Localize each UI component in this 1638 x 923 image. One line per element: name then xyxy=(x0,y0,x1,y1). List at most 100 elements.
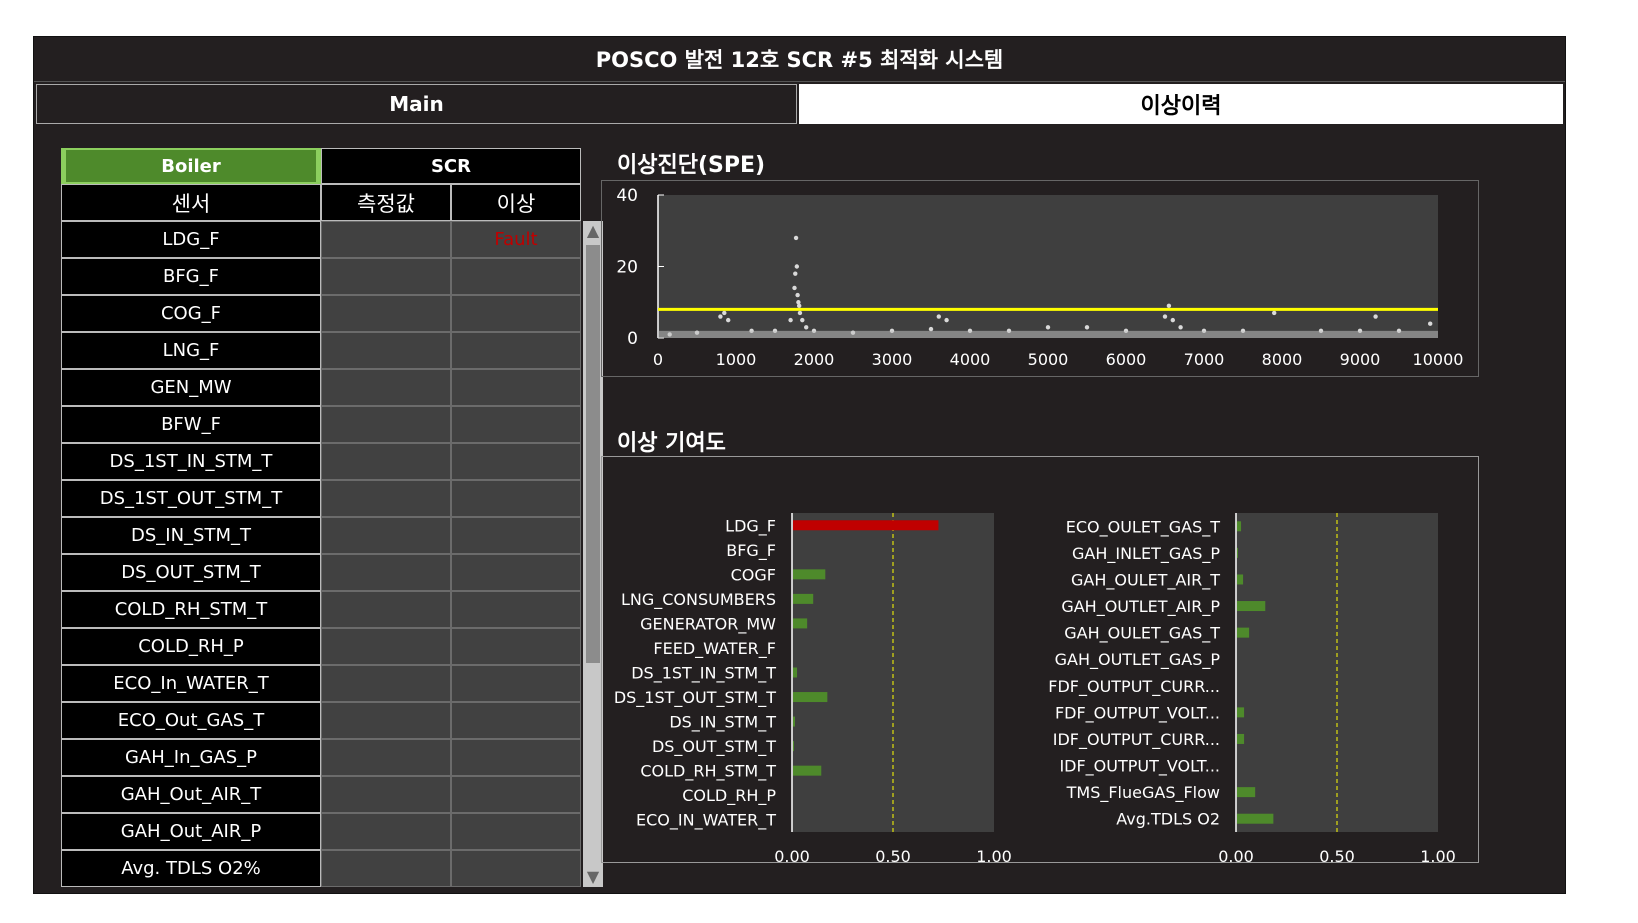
table-row[interactable]: COLD_RH_P xyxy=(61,628,581,665)
sensor-fault-cell xyxy=(451,628,581,665)
contrib-category-label: FEED_WATER_F xyxy=(653,639,776,659)
contrib-bar xyxy=(793,569,826,580)
contrib-x-tick-label: 1.00 xyxy=(1420,847,1456,864)
contrib-bar xyxy=(1237,787,1256,798)
table-row[interactable]: LNG_F xyxy=(61,332,581,369)
contrib-plot-area-left xyxy=(792,513,994,832)
contrib-category-label: GAH_OULET_GAS_T xyxy=(1064,624,1220,644)
sensor-name-cell: GAH_Out_AIR_T xyxy=(61,776,321,813)
subtab-scr[interactable]: SCR xyxy=(321,148,581,184)
sensor-fault-cell xyxy=(451,369,581,406)
tab-main[interactable]: Main xyxy=(36,84,797,124)
contrib-bar xyxy=(1237,521,1242,532)
table-row[interactable]: Avg. TDLS O2% xyxy=(61,850,581,887)
column-header-sensor: 센서 xyxy=(61,184,321,221)
spe-baseline-band xyxy=(658,330,1438,338)
contrib-category-label: GAH_INLET_GAS_P xyxy=(1072,544,1220,564)
spe-data-point xyxy=(1162,314,1168,319)
subtab-scr-label: SCR xyxy=(430,155,472,177)
table-row[interactable]: GEN_MW xyxy=(61,369,581,406)
tab-history[interactable]: 이상이력 xyxy=(799,84,1563,124)
contrib-bar xyxy=(793,667,798,678)
sensor-value-cell xyxy=(321,480,451,517)
contrib-category-label: IDF_OUTPUT_CURR... xyxy=(1053,730,1220,750)
contrib-bar xyxy=(793,520,939,531)
sensor-fault-cell: Fault xyxy=(451,221,581,258)
table-row[interactable]: GAH_Out_AIR_P xyxy=(61,813,581,850)
sensor-name-cell: DS_IN_STM_T xyxy=(61,517,321,554)
sensor-fault-cell xyxy=(451,702,581,739)
scroll-thumb[interactable] xyxy=(586,245,600,663)
scroll-up-icon[interactable]: ▲ xyxy=(583,221,603,241)
sensor-fault-cell xyxy=(451,258,581,295)
table-row[interactable]: BFG_F xyxy=(61,258,581,295)
contrib-bar xyxy=(1237,733,1245,744)
sensor-panel: Boiler SCR 센서 측정값 이상 LDG_F Fault BFG_F COG_… xyxy=(61,148,608,888)
table-scrollbar[interactable]: ▲ ▼ xyxy=(583,221,603,887)
table-row[interactable]: DS_OUT_STM_T xyxy=(61,554,581,591)
contrib-bar xyxy=(1237,813,1274,824)
table-row[interactable]: BFW_F xyxy=(61,406,581,443)
table-row[interactable]: GAH_Out_AIR_T xyxy=(61,776,581,813)
subtab-boiler[interactable]: Boiler xyxy=(61,148,321,184)
contrib-category-label: DS_IN_STM_T xyxy=(669,713,776,733)
spe-data-point xyxy=(944,317,949,323)
table-header: 센서 측정값 이상 xyxy=(61,184,581,221)
table-row[interactable]: GAH_In_GAS_P xyxy=(61,739,581,776)
sensor-fault-cell xyxy=(451,554,581,591)
contrib-category-label: COLD_RH_P xyxy=(682,786,776,806)
contrib-category-label: BFG_F xyxy=(726,541,776,561)
contrib-bar xyxy=(793,716,796,727)
table-row[interactable]: COG_F xyxy=(61,295,581,332)
sensor-value-cell xyxy=(321,665,451,702)
contrib-bar xyxy=(1237,707,1245,718)
contrib-bar xyxy=(1237,574,1244,585)
table-row[interactable]: ECO_In_WATER_T xyxy=(61,665,581,702)
sensor-name-cell: COG_F xyxy=(61,295,321,332)
spe-data-point xyxy=(1084,325,1090,330)
sensor-fault-cell xyxy=(451,850,581,887)
spe-y-tick-label: 0 xyxy=(627,329,638,349)
sensor-value-cell xyxy=(321,739,451,776)
sensor-value-cell xyxy=(321,554,451,591)
spe-x-tick-label: 6000 xyxy=(1106,350,1147,369)
contrib-bar xyxy=(1237,547,1239,558)
contrib-category-label: ECO_IN_WATER_T xyxy=(636,811,776,831)
contrib-x-tick-label: 0.00 xyxy=(1218,847,1254,864)
spe-data-point xyxy=(936,314,941,319)
spe-data-point xyxy=(797,310,803,316)
table-row[interactable]: DS_IN_STM_T xyxy=(61,517,581,554)
sensor-value-cell xyxy=(321,369,451,406)
sensor-name-cell: DS_OUT_STM_T xyxy=(61,554,321,591)
table-row[interactable]: LDG_F Fault xyxy=(61,221,581,258)
spe-data-point xyxy=(1045,325,1051,330)
table-row[interactable]: COLD_RH_STM_T xyxy=(61,591,581,628)
contrib-bar xyxy=(1237,601,1266,612)
table-row[interactable]: ECO_Out_GAS_T xyxy=(61,702,581,739)
sensor-fault-cell xyxy=(451,406,581,443)
contrib-bar xyxy=(1237,627,1250,638)
contrib-x-tick-label: 1.00 xyxy=(976,847,1012,864)
spe-chart-panel: 0 20 40 0 1000 2000 3000 4000 5000 6000 7000 8000 90… xyxy=(601,180,1479,377)
sensor-value-cell xyxy=(321,517,451,554)
sensor-name-cell: ECO_In_WATER_T xyxy=(61,665,321,702)
contrib-category-label: LDG_F xyxy=(725,516,776,536)
contrib-x-tick-label: 0.00 xyxy=(774,847,810,864)
sensor-name-cell: GAH_In_GAS_P xyxy=(61,739,321,776)
contrib-bar xyxy=(793,692,828,703)
column-header-fault: 이상 xyxy=(451,184,581,221)
contrib-category-label: DS_1ST_IN_STM_T xyxy=(631,664,776,684)
sensor-value-cell xyxy=(321,295,451,332)
sensor-fault-cell xyxy=(451,665,581,702)
scroll-down-icon[interactable]: ▼ xyxy=(583,867,603,887)
spe-data-point xyxy=(1373,314,1378,319)
sensor-value-cell xyxy=(321,443,451,480)
contrib-category-label: GAH_OUTLET_GAS_P xyxy=(1055,650,1221,670)
sensor-name-cell: LNG_F xyxy=(61,332,321,369)
spe-data-point xyxy=(726,317,731,323)
spe-data-point xyxy=(794,264,800,269)
spe-data-point xyxy=(800,317,805,323)
sensor-name-cell: DS_1ST_IN_STM_T xyxy=(61,443,321,480)
table-row[interactable]: DS_1ST_OUT_STM_T xyxy=(61,480,581,517)
table-row[interactable]: DS_1ST_IN_STM_T xyxy=(61,443,581,480)
